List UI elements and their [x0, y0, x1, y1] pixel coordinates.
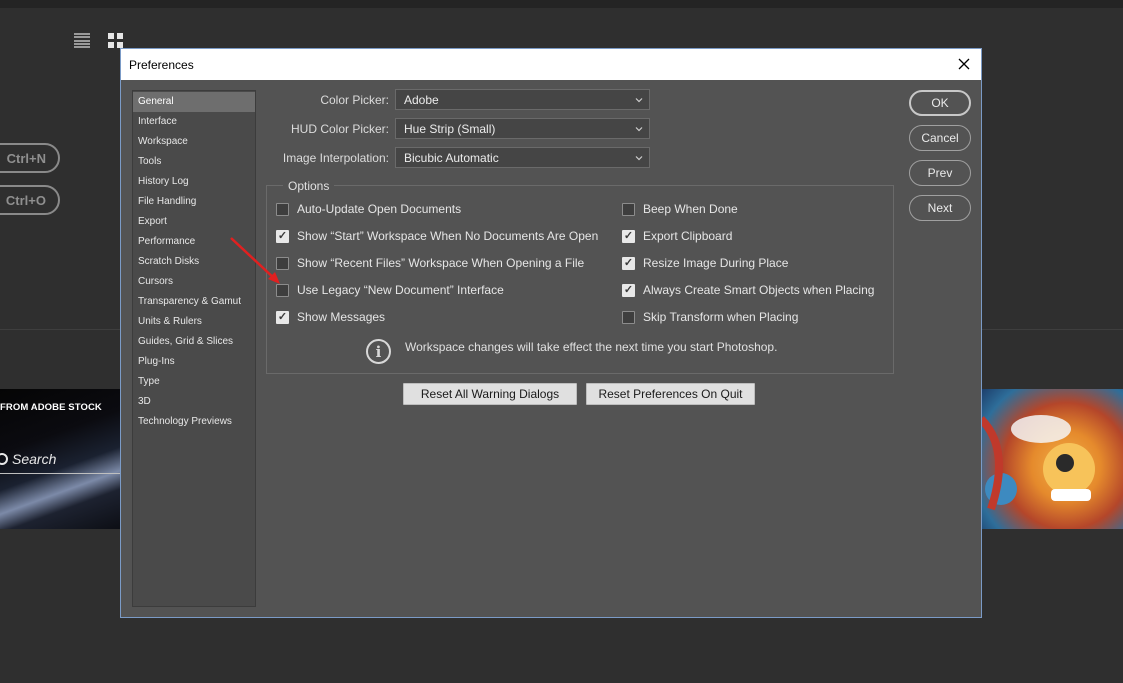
- option-beep-when-done[interactable]: Beep When Done: [622, 202, 738, 216]
- artwork-thumbnail: [981, 389, 1123, 529]
- view-toggle: [74, 33, 123, 48]
- nav-item-workspace[interactable]: Workspace: [133, 132, 255, 152]
- artwork-illustration: [981, 415, 1095, 511]
- option-label: Always Create Smart Objects when Placing: [643, 283, 875, 297]
- nav-item-export[interactable]: Export: [133, 212, 255, 232]
- color-picker-select[interactable]: Adobe: [395, 89, 650, 110]
- checkbox[interactable]: [276, 202, 289, 216]
- image-interpolation-value: Bicubic Automatic: [404, 150, 499, 165]
- grid-view-icon[interactable]: [108, 33, 123, 48]
- option-show-messages[interactable]: Show Messages: [276, 310, 385, 324]
- checkbox[interactable]: [622, 229, 635, 243]
- checkbox[interactable]: [622, 202, 635, 216]
- option-label: Show “Recent Files” Workspace When Openi…: [297, 256, 585, 270]
- options-group: Options Auto-Update Open Documents Show “…: [266, 179, 894, 374]
- nav-item-technology-previews[interactable]: Technology Previews: [133, 412, 255, 432]
- option-skip-transform-when-placing[interactable]: Skip Transform when Placing: [622, 310, 798, 324]
- cancel-button[interactable]: Cancel: [909, 125, 971, 151]
- adobe-stock-banner: FROM ADOBE STOCK Search: [0, 389, 122, 529]
- option-label: Show “Start” Workspace When No Documents…: [297, 229, 599, 243]
- next-button[interactable]: Next: [909, 195, 971, 221]
- list-view-icon[interactable]: [74, 33, 90, 48]
- preferences-category-list: General Interface Workspace Tools History Lo…: [132, 90, 256, 607]
- hud-color-picker-row: HUD Color Picker: Hue Strip (Small): [269, 118, 650, 139]
- option-label: Export Clipboard: [643, 229, 733, 243]
- color-picker-label: Color Picker:: [320, 92, 389, 107]
- option-label: Auto-Update Open Documents: [297, 202, 462, 216]
- close-icon: [958, 58, 970, 70]
- color-picker-value: Adobe: [404, 92, 439, 107]
- nav-item-file-handling[interactable]: File Handling: [133, 192, 255, 212]
- option-label: Resize Image During Place: [643, 256, 789, 270]
- checkbox[interactable]: [622, 310, 635, 324]
- dialog-title-bar[interactable]: Preferences: [121, 49, 981, 80]
- stock-search-placeholder: Search: [12, 451, 57, 467]
- chevron-down-icon: [635, 127, 643, 132]
- workspace-info-message: i Workspace changes will take effect the…: [366, 339, 777, 364]
- option-export-clipboard[interactable]: Export Clipboard: [622, 229, 732, 243]
- option-show-start-workspace-when-no-documents-are-open[interactable]: Show “Start” Workspace When No Documents…: [276, 229, 598, 243]
- nav-item-units-rulers[interactable]: Units & Rulers: [133, 312, 255, 332]
- hud-color-picker-select[interactable]: Hue Strip (Small): [395, 118, 650, 139]
- dialog-title: Preferences: [129, 57, 194, 72]
- options-group-title: Options: [283, 179, 335, 193]
- nav-item-tools[interactable]: Tools: [133, 152, 255, 172]
- nav-item-type[interactable]: Type: [133, 372, 255, 392]
- chevron-down-icon: [635, 98, 643, 103]
- prev-button[interactable]: Prev: [909, 160, 971, 186]
- stock-banner-label: FROM ADOBE STOCK: [0, 402, 102, 413]
- nav-item-3d[interactable]: 3D: [133, 392, 255, 412]
- new-shortcut-badge: Ctrl+N: [0, 143, 60, 173]
- open-shortcut-badge: Ctrl+O: [0, 185, 60, 215]
- checkbox[interactable]: [276, 310, 289, 324]
- option-resize-image-during-place[interactable]: Resize Image During Place: [622, 256, 788, 270]
- annotation-arrow-icon: [230, 237, 280, 284]
- checkbox[interactable]: [622, 283, 635, 297]
- app-top-bar: [0, 0, 1123, 8]
- preferences-dialog: Preferences General Interface Workspace Too…: [120, 48, 982, 618]
- image-interpolation-label: Image Interpolation:: [282, 150, 389, 165]
- option-label: Skip Transform when Placing: [643, 310, 799, 324]
- image-interpolation-select[interactable]: Bicubic Automatic: [395, 147, 650, 168]
- image-interpolation-row: Image Interpolation: Bicubic Automatic: [269, 147, 650, 168]
- nav-item-history-log[interactable]: History Log: [133, 172, 255, 192]
- option-use-legacy-new-document-interface[interactable]: Use Legacy “New Document” Interface: [276, 283, 504, 297]
- info-icon: i: [366, 339, 391, 364]
- reset-warning-dialogs-button[interactable]: Reset All Warning Dialogs: [403, 383, 577, 405]
- option-label: Beep When Done: [643, 202, 738, 216]
- nav-item-plug-ins[interactable]: Plug-Ins: [133, 352, 255, 372]
- hud-color-picker-label: HUD Color Picker:: [290, 121, 389, 136]
- option-show-recent-files-workspace-when-opening-a-file[interactable]: Show “Recent Files” Workspace When Openi…: [276, 256, 584, 270]
- info-text: Workspace changes will take effect the n…: [405, 340, 778, 354]
- option-always-create-smart-objects-when-placing[interactable]: Always Create Smart Objects when Placing: [622, 283, 874, 297]
- stock-search-input[interactable]: Search: [0, 451, 56, 467]
- reset-preferences-on-quit-button[interactable]: Reset Preferences On Quit: [586, 383, 755, 405]
- stock-search-underline: [0, 473, 122, 474]
- nav-item-interface[interactable]: Interface: [133, 112, 255, 132]
- option-label: Use Legacy “New Document” Interface: [297, 283, 504, 297]
- search-icon: [0, 453, 8, 465]
- color-picker-row: Color Picker: Adobe: [269, 89, 650, 110]
- checkbox[interactable]: [622, 256, 635, 270]
- option-auto-update-open-documents[interactable]: Auto-Update Open Documents: [276, 202, 461, 216]
- nav-item-guides-grid-slices[interactable]: Guides, Grid & Slices: [133, 332, 255, 352]
- chevron-down-icon: [635, 156, 643, 161]
- nav-item-general[interactable]: General: [133, 92, 255, 112]
- ok-button[interactable]: OK: [909, 90, 971, 116]
- hud-color-picker-value: Hue Strip (Small): [404, 121, 496, 136]
- close-button[interactable]: [953, 53, 975, 75]
- nav-item-transparency-gamut[interactable]: Transparency & Gamut: [133, 292, 255, 312]
- option-label: Show Messages: [297, 310, 386, 324]
